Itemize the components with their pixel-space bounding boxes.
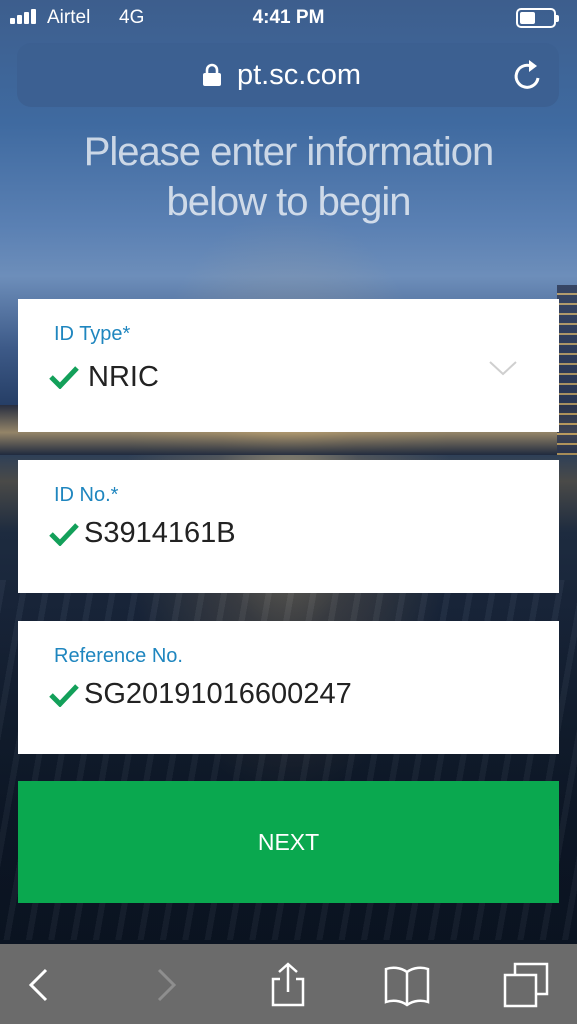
building-lights [557, 285, 577, 455]
id-type-label: ID Type* [54, 323, 131, 345]
battery-icon [516, 8, 559, 28]
tabs-icon[interactable] [503, 962, 549, 1008]
bookmarks-icon[interactable] [384, 962, 430, 1008]
headline-line-1: Please enter information [83, 130, 495, 174]
check-icon [49, 684, 79, 707]
reload-icon[interactable] [512, 58, 544, 92]
headline-line-2: below to begin [166, 180, 412, 224]
reference-no-field[interactable]: Reference No. SG20191016600247 [18, 621, 559, 754]
url-text[interactable]: pt.sc.com [237, 59, 361, 92]
check-icon [49, 523, 79, 546]
status-time: 4:41 PM [252, 7, 325, 28]
back-icon[interactable] [17, 962, 63, 1008]
id-type-value: NRIC [88, 361, 159, 393]
forward-icon[interactable] [142, 962, 188, 1008]
reference-no-label: Reference No. [54, 645, 183, 667]
id-type-select[interactable]: ID Type* NRIC [18, 299, 559, 432]
reference-no-value[interactable]: SG20191016600247 [84, 678, 352, 711]
chevron-down-icon[interactable] [488, 359, 518, 377]
id-no-field[interactable]: ID No.* S3914161B [18, 460, 559, 593]
address-bar[interactable]: pt.sc.com [17, 43, 559, 107]
status-bar: Airtel 4G 4:41 PM [0, 0, 577, 38]
page-headline: Please enter information below to begin [0, 127, 577, 227]
next-button[interactable]: NEXT [18, 781, 559, 903]
id-no-value[interactable]: S3914161B [84, 517, 236, 550]
share-icon[interactable] [265, 962, 311, 1008]
id-no-label: ID No.* [54, 484, 119, 506]
lock-icon [203, 63, 221, 86]
check-icon [49, 366, 79, 389]
browser-toolbar [0, 944, 577, 1024]
